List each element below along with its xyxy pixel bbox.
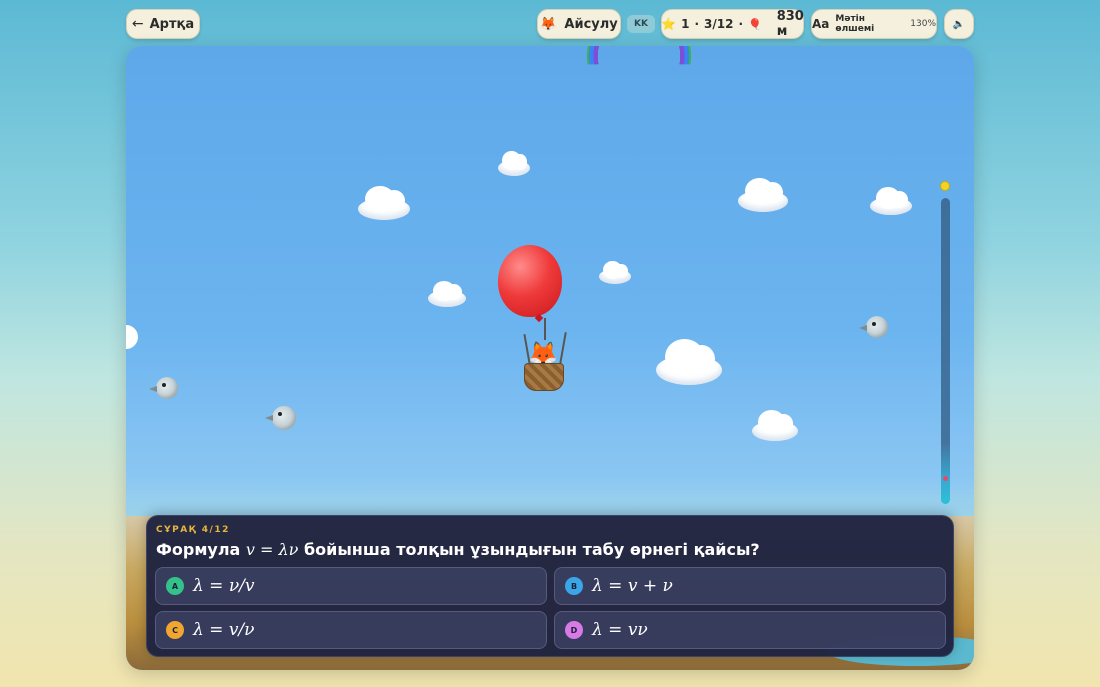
speaker-icon: 🔈	[952, 18, 966, 30]
answer-option-c[interactable]: C λ = v/ν	[155, 611, 547, 649]
back-button[interactable]: ← Артқа	[126, 9, 200, 39]
back-label: Артқа	[149, 16, 195, 32]
balloon-icon: 🎈	[748, 17, 762, 31]
player-name: Айсулу	[564, 16, 618, 32]
player-badge: 🦊 Айсулу	[537, 9, 621, 39]
star-icon: ⭐	[661, 17, 677, 31]
score-panel: ⭐ 1 · 3/12 · 🎈 830 м	[661, 9, 804, 39]
rope	[559, 332, 567, 364]
cloud-icon	[498, 151, 530, 176]
question-prefix: Формула	[156, 540, 246, 559]
cloud-icon	[656, 338, 722, 385]
balloon-knot	[534, 313, 544, 323]
cloud-icon	[738, 177, 788, 212]
balloon-basket	[524, 363, 564, 391]
star-count: 1	[681, 17, 690, 31]
sound-button[interactable]: 🔈	[944, 9, 974, 39]
option-b-badge: B	[565, 577, 583, 595]
altitude-progress-track	[941, 198, 950, 504]
text-size-button[interactable]: Aa Мәтін өлшемі 130%	[811, 9, 937, 39]
cloud-icon	[870, 187, 912, 215]
arrow-left-icon: ←	[131, 16, 144, 32]
answer-option-d[interactable]: D λ = vν	[554, 611, 946, 649]
bird-icon	[859, 316, 888, 338]
question-counter: СҰРАҚ 4/12	[156, 525, 230, 535]
answer-option-b[interactable]: B λ = v + ν	[554, 567, 946, 605]
option-d-badge: D	[565, 621, 583, 639]
question-progress: 3/12	[704, 17, 734, 31]
goal-marker	[940, 181, 950, 191]
fox-avatar-icon: 🦊	[540, 16, 557, 32]
bird-icon	[265, 406, 296, 430]
language-badge[interactable]: KK	[627, 15, 655, 33]
cloud-icon	[752, 410, 798, 441]
option-c-badge: C	[166, 621, 184, 639]
option-d-formula: λ = vν	[592, 620, 648, 640]
cloud-icon	[428, 280, 466, 307]
cloud-icon	[599, 260, 631, 284]
option-b-formula: λ = v + ν	[592, 576, 673, 596]
offscreen-ball	[126, 325, 138, 349]
answer-option-a[interactable]: A λ = ν/v	[155, 567, 547, 605]
question-formula: v = λν	[245, 540, 299, 559]
question-suffix: бойынша толқын ұзындығын табу өрнегі қай…	[298, 540, 760, 559]
top-bar: ← Артқа 🦊 Айсулу KK ⭐ 1 · 3/12 · 🎈 830 м…	[0, 9, 1100, 41]
altitude-progress-marker	[943, 476, 948, 481]
question-text: Формула v = λν бойынша толқын ұзындығын …	[156, 540, 760, 559]
option-c-formula: λ = v/ν	[193, 620, 255, 640]
hot-air-balloon	[498, 245, 562, 317]
altitude-value: 830 м	[776, 9, 804, 39]
text-size-label: Мәтін өлшемі	[835, 14, 875, 34]
rainbow-icon	[587, 46, 691, 65]
text-size-value: 130%	[910, 19, 936, 29]
bird-icon	[149, 377, 178, 399]
separator-dot: ·	[694, 17, 700, 31]
rope	[544, 318, 546, 340]
option-a-badge: A	[166, 577, 184, 595]
question-panel: СҰРАҚ 4/12 Формула v = λν бойынша толқын…	[146, 515, 954, 657]
cloud-icon	[358, 185, 410, 220]
option-a-formula: λ = ν/v	[193, 576, 255, 596]
separator-dot: ·	[738, 17, 744, 31]
text-size-icon: Aa	[812, 17, 830, 31]
